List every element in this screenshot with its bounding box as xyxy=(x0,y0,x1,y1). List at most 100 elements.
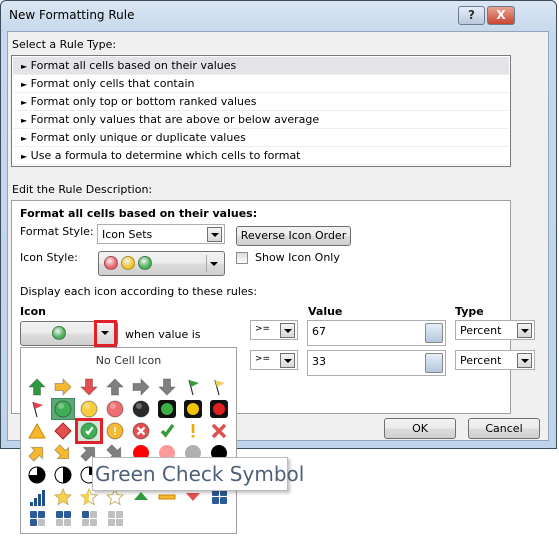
gray-up-arrow-icon[interactable] xyxy=(104,377,126,397)
rule-type-item-label: Format all cells based on their values xyxy=(30,59,237,72)
rule2-operator-dropdown[interactable]: >= xyxy=(250,350,298,370)
gold-star-icon[interactable] xyxy=(52,487,74,507)
one-filled-box-icon[interactable] xyxy=(78,509,100,529)
value-column-header: Value xyxy=(308,305,343,318)
gray-right-arrow-icon[interactable] xyxy=(130,377,152,397)
red-traffic-light-icon[interactable] xyxy=(208,399,230,419)
ok-button[interactable]: OK xyxy=(384,418,456,439)
green-up-arrow-icon[interactable] xyxy=(26,377,48,397)
yellow-exclamation-symbol-icon[interactable] xyxy=(104,421,126,441)
rule1-type: Percent xyxy=(460,324,502,337)
rule-type-item[interactable]: ► Use a formula to determine which cells… xyxy=(13,147,509,165)
rule-type-item-label: Format only top or bottom ranked values xyxy=(30,95,257,108)
chevron-down-icon xyxy=(280,323,295,338)
rule-type-item[interactable]: ► Format only values that are above or b… xyxy=(13,111,509,129)
cell-reference-picker-icon[interactable] xyxy=(425,353,443,373)
yellow-traffic-light-icon[interactable] xyxy=(182,399,204,419)
rule1-operator-dropdown[interactable]: >= xyxy=(250,320,298,340)
green-circle-icon[interactable] xyxy=(51,398,75,420)
red-circle-icon[interactable] xyxy=(104,399,126,419)
green-traffic-light-icon[interactable] xyxy=(156,399,178,419)
dialog-title: New Formatting Rule xyxy=(9,8,135,22)
chevron-down-icon xyxy=(517,323,532,338)
icon-picker-popup: No Cell Icon xyxy=(20,347,237,534)
rule-type-list[interactable]: ► Format all cells based on their values… xyxy=(11,55,511,167)
rule-type-item[interactable]: ► Format only unique or duplicate values xyxy=(13,129,509,147)
gray-down-arrow-icon[interactable] xyxy=(156,377,178,397)
icon-style-label: Icon Style: xyxy=(20,251,78,264)
close-button[interactable]: X xyxy=(487,6,515,25)
green-check-icon[interactable] xyxy=(156,421,178,441)
rule-type-item-label: Use a formula to determine which cells t… xyxy=(30,149,301,162)
two-filled-boxes-icon[interactable] xyxy=(52,509,74,529)
type-column-header: Type xyxy=(455,305,484,318)
bullet-icon: ► xyxy=(21,134,28,143)
show-icon-only-checkbox[interactable] xyxy=(236,252,248,264)
no-cell-icon-option[interactable]: No Cell Icon xyxy=(21,354,236,367)
chevron-down-icon xyxy=(210,262,218,266)
circle-icon xyxy=(104,256,118,270)
rules-label: Display each icon according to these rul… xyxy=(20,285,258,298)
icon-style-dropdown[interactable] xyxy=(98,251,225,276)
rule-type-item[interactable]: ► Format only top or bottom ranked value… xyxy=(13,93,509,111)
zero-filled-boxes-icon[interactable] xyxy=(104,509,126,529)
half-pie-icon[interactable] xyxy=(52,465,74,485)
red-cross-symbol-icon[interactable] xyxy=(130,421,152,441)
green-circle-icon xyxy=(52,326,66,340)
bullet-icon: ► xyxy=(21,152,28,161)
bullet-icon: ► xyxy=(21,116,28,125)
yellow-right-arrow-icon[interactable] xyxy=(52,377,74,397)
yellow-down-incline-arrow-icon[interactable] xyxy=(52,443,74,463)
rule2-type-dropdown[interactable]: Percent xyxy=(455,350,535,370)
divider xyxy=(206,255,207,272)
rule1-operator: >= xyxy=(255,324,271,334)
description-heading: Format all cells based on their values: xyxy=(20,207,258,220)
yellow-exclamation-icon[interactable] xyxy=(182,421,204,441)
yellow-circle-icon[interactable] xyxy=(78,399,100,419)
rule1-value: 67 xyxy=(312,325,326,338)
circle-icon xyxy=(138,256,152,270)
red-flag-icon[interactable] xyxy=(26,399,48,419)
rule-type-item[interactable]: ► Format only cells that contain xyxy=(13,75,509,93)
black-circle-icon[interactable] xyxy=(130,399,152,419)
rule-type-item-label: Format only cells that contain xyxy=(30,77,195,90)
yellow-up-incline-arrow-icon[interactable] xyxy=(26,443,48,463)
rule2-type: Percent xyxy=(460,354,502,367)
three-quarters-pie-icon[interactable] xyxy=(26,465,48,485)
rule-type-item-label: Format only unique or duplicate values xyxy=(30,131,246,144)
red-down-arrow-icon[interactable] xyxy=(78,377,100,397)
three-filled-boxes-icon[interactable] xyxy=(26,509,48,529)
rule-type-label: Select a Rule Type: xyxy=(12,38,117,51)
rule1-type-dropdown[interactable]: Percent xyxy=(455,320,535,340)
yellow-triangle-icon[interactable] xyxy=(26,421,48,441)
format-style-label: Format Style: xyxy=(20,225,94,238)
rule-type-item-label: Format only values that are above or bel… xyxy=(30,113,320,126)
yellow-flag-icon[interactable] xyxy=(208,377,230,397)
cancel-button[interactable]: Cancel xyxy=(468,418,540,439)
chevron-down-icon xyxy=(101,331,109,335)
reverse-icon-order-button[interactable]: Reverse Icon Order xyxy=(236,226,351,246)
chevron-down-icon xyxy=(517,353,532,368)
rule2-value-input[interactable]: 33 xyxy=(307,350,446,376)
rule1-when-label: when value is xyxy=(125,328,201,341)
format-style-dropdown[interactable]: Icon Sets xyxy=(97,224,225,244)
rule1-value-input[interactable]: 67 xyxy=(307,320,446,346)
circle-icon xyxy=(121,256,135,270)
bullet-icon: ► xyxy=(21,98,28,107)
rule-description-label: Edit the Rule Description: xyxy=(12,183,153,196)
signal-4-bars-icon[interactable] xyxy=(26,487,48,507)
tooltip: Green Check Symbol xyxy=(92,457,304,491)
help-button[interactable]: ? xyxy=(458,6,485,25)
rule1-icon-dropdown-arrow[interactable] xyxy=(94,320,117,347)
cell-reference-picker-icon[interactable] xyxy=(425,323,443,343)
rule-type-item[interactable]: ► Format all cells based on their values xyxy=(13,57,509,75)
chevron-down-icon xyxy=(280,353,295,368)
green-check-symbol-icon[interactable] xyxy=(75,418,103,444)
red-diamond-icon[interactable] xyxy=(52,421,74,441)
rule2-value: 33 xyxy=(312,355,326,368)
bullet-icon: ► xyxy=(21,80,28,89)
green-flag-icon[interactable] xyxy=(182,377,204,397)
red-cross-icon[interactable] xyxy=(208,421,230,441)
icon-column-header: Icon xyxy=(20,305,47,318)
chevron-down-icon xyxy=(207,227,222,242)
